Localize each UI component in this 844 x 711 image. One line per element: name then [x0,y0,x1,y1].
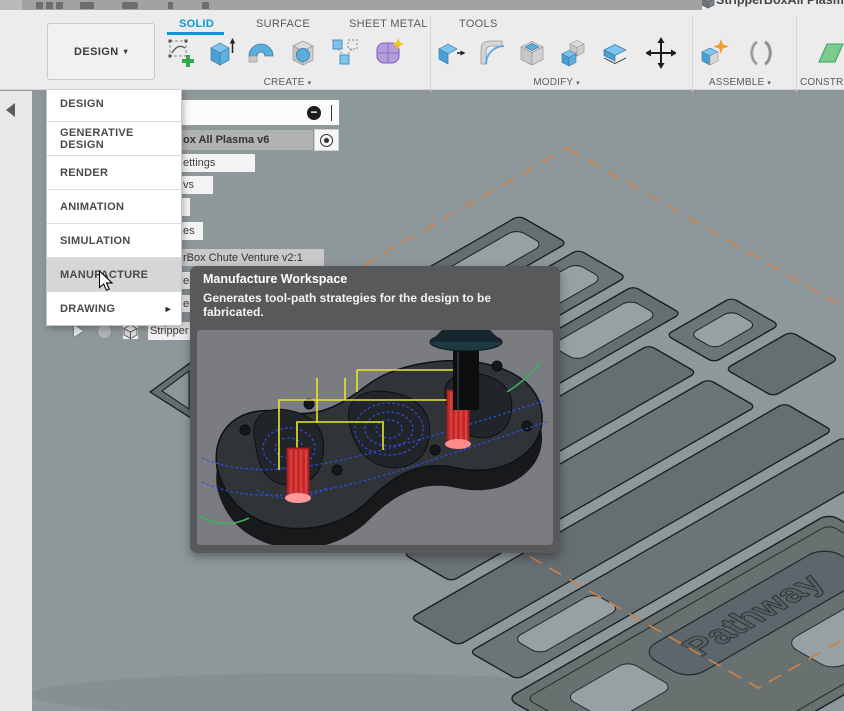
sweep-icon[interactable] [288,36,318,70]
fillet-icon[interactable] [476,36,506,70]
grid-icon[interactable] [56,2,63,9]
corner-part[interactable] [150,360,194,420]
group-separator [692,16,693,92]
menu-item-generative-design[interactable]: GENERATIVE DESIGN [47,121,181,155]
modify-group-label[interactable]: MODIFY ▾ [509,77,604,88]
revolve-icon[interactable] [246,36,276,70]
browser-rename-input[interactable]: − [181,99,340,126]
construction-plane-icon[interactable] [818,36,844,70]
menu-item-design[interactable]: DESIGN [47,87,181,121]
fusion360-window: Pathway StripperBoxAll Plasma v6 [0,0,844,711]
activate-document-radio[interactable] [314,129,339,151]
browser-item-document-settings[interactable]: ettings [181,154,255,172]
tab-solid[interactable]: SOLID [179,18,214,30]
move-copy-icon[interactable] [646,36,676,70]
tab-surface[interactable]: SURFACE [256,18,310,30]
assemble-group-label[interactable]: ASSEMBLE ▾ [694,77,786,88]
minus-badge-icon[interactable]: − [307,106,321,120]
workspace-switcher-button[interactable]: DESIGN ▾ [47,23,155,80]
tab-sheet-metal[interactable]: SHEET METAL [349,18,428,30]
manufacture-tooltip: Manufacture Workspace Generates tool-pat… [190,266,560,553]
expand-arrow-icon[interactable] [74,325,83,337]
radio-icon [320,134,333,147]
more-icon[interactable] [202,2,209,9]
caret-down-icon: ▾ [767,80,771,87]
menu-item-manufacture[interactable]: MANUFACTURE [47,257,181,291]
create-group-label[interactable]: CREATE ▾ [240,77,335,88]
browser-item-fragment[interactable]: er [181,272,190,289]
document-title: StripperBoxAll Plasma v6 [716,0,844,7]
press-pull-icon[interactable] [436,36,466,70]
browser-item-sliver[interactable] [181,198,190,216]
pattern-icon[interactable] [330,36,360,70]
new-component-icon[interactable] [698,36,732,70]
menu-item-simulation[interactable]: SIMULATION [47,223,181,257]
submenu-arrow-icon: ► [164,304,173,314]
ribbon-toolbar: DESIGN ▾ SOLID SURFACE SHEET METAL TOOLS [0,10,844,90]
collapse-panel-arrow-icon[interactable] [6,103,15,117]
extrude-icon[interactable] [206,36,236,70]
caret-down-icon: ▾ [308,80,312,87]
caret-down-icon: ▾ [576,80,580,87]
visibility-icon[interactable] [97,324,112,339]
offset-face-icon[interactable] [600,36,630,70]
text-cursor [331,105,332,121]
group-separator [796,16,797,92]
tooltip-body: Generates tool-path strategies for the d… [203,291,543,319]
save-icon[interactable] [80,2,94,9]
joint-icon[interactable] [746,36,776,70]
mouse-cursor [98,270,114,292]
redo-icon[interactable] [168,2,173,9]
construct-group-label[interactable]: CONSTR [800,77,844,88]
shell-icon[interactable] [517,36,547,70]
browser-item-chute-venture[interactable]: rBox Chute Venture v2:1 [181,249,324,266]
toolpath-preview-image [197,330,553,545]
workspace-switcher-label: DESIGN [74,46,119,58]
quick-access-toolbar [0,0,702,10]
browser-item-named-views[interactable]: vs [181,176,213,194]
undo-icon[interactable] [122,2,138,9]
grid-icon[interactable] [36,2,43,9]
create-form-icon[interactable] [374,36,404,70]
group-separator [430,16,431,92]
toolpath-scene [197,330,553,545]
browser-item-sketches[interactable]: es [181,222,203,240]
caret-down-icon: ▾ [124,47,128,56]
tab-tools[interactable]: TOOLS [459,18,498,30]
document-cube-icon [702,0,715,9]
active-tab-underline [167,32,224,35]
document-tab[interactable]: StripperBoxAll Plasma v6 [702,0,844,10]
browser-rail [0,91,32,711]
create-sketch-icon[interactable] [166,36,196,70]
combine-icon[interactable] [558,36,588,70]
menu-item-render[interactable]: RENDER [47,155,181,189]
menu-item-animation[interactable]: ANIMATION [47,189,181,223]
grid-icon[interactable] [46,2,53,9]
browser-root-item[interactable]: ox All Plasma v6 [181,130,313,150]
browser-item-fragment[interactable]: er [181,295,190,312]
app-menu-icon[interactable] [0,0,22,10]
menu-item-drawing[interactable]: DRAWING ► [47,291,181,325]
tooltip-title: Manufacture Workspace [203,272,347,286]
workspace-menu: DESIGN GENERATIVE DESIGN RENDER ANIMATIO… [46,86,182,326]
